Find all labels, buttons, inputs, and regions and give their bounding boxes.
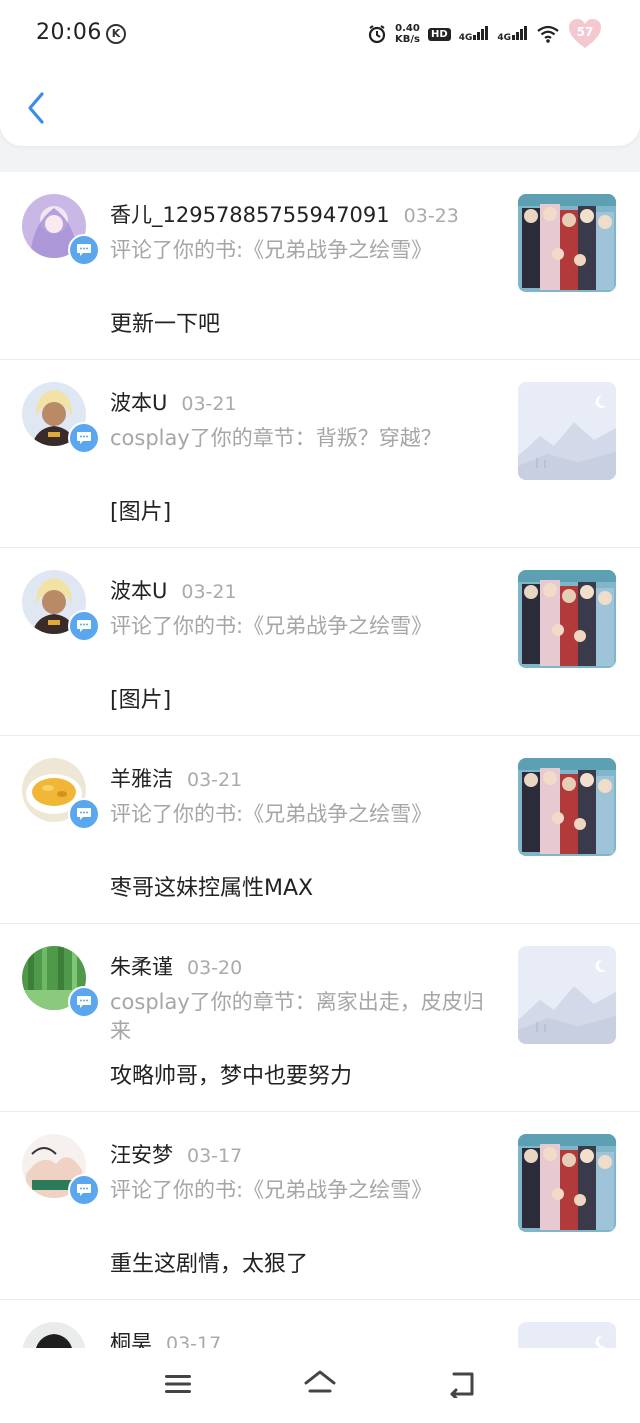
speed-value: 0.40 (395, 23, 420, 34)
name-line: 波本U 03-21 (110, 387, 237, 417)
speed-unit: KB/s (395, 34, 421, 45)
date: 03-23 (403, 205, 459, 227)
name-line: 汪安梦 03-17 (110, 1139, 242, 1169)
wifi-icon (536, 24, 560, 44)
comment-content: 更新一下吧 (110, 312, 221, 337)
list-item[interactable]: 波本U 03-21 评论了你的书:《兄弟战争之绘雪》 [图片] (0, 548, 640, 736)
user-name[interactable]: 桐昊 (110, 1331, 152, 1348)
book-cover-thumbnail[interactable] (518, 758, 616, 856)
k-status-icon: K (106, 24, 126, 44)
system-nav-bar (0, 1348, 640, 1423)
menu-button[interactable] (158, 1366, 198, 1402)
comment-content: 枣哥这妹控属性MAX (110, 876, 314, 901)
date: 03-21 (181, 581, 237, 603)
list-item[interactable]: 香儿_12957885755947091 03-23 评论了你的书:《兄弟战争之绘… (0, 172, 640, 360)
name-line: 朱柔谨 03-20 (110, 951, 242, 981)
chevron-left-icon (28, 92, 44, 124)
comment-content: [图片] (110, 688, 172, 713)
list-item[interactable]: 汪安梦 03-17 评论了你的书:《兄弟战争之绘雪》 重生这剧情，太狠了 (0, 1112, 640, 1300)
signal-4g-icon-2: 4G (497, 25, 528, 43)
avatar[interactable] (22, 1322, 86, 1348)
status-time: 20:06 (36, 20, 102, 45)
name-line: 桐昊 03-17 (110, 1327, 221, 1348)
menu-icon (165, 1375, 191, 1393)
name-line: 羊雅洁 03-21 (110, 763, 242, 793)
comment-badge-icon (68, 234, 100, 266)
notification-list: 香儿_12957885755947091 03-23 评论了你的书:《兄弟战争之绘… (0, 172, 640, 1348)
signal-4g-icon-1: 4G (459, 25, 490, 43)
action-text: cosplay了你的章节：背叛？穿越？ (110, 426, 442, 450)
comment-badge-icon (68, 422, 100, 454)
name-line: 波本U 03-21 (110, 575, 237, 605)
action-text: cosplay了你的章节：离家出走，皮皮归来 (110, 990, 484, 1043)
action-text: 评论了你的书:《兄弟战争之绘雪》 (110, 1178, 433, 1202)
user-name[interactable]: 朱柔谨 (110, 955, 173, 979)
back-nav-button[interactable] (442, 1366, 482, 1402)
home-icon (304, 1370, 336, 1393)
user-name[interactable]: 波本U (110, 579, 167, 603)
list-item[interactable]: 桐昊 03-17 (0, 1300, 640, 1348)
date: 03-21 (187, 769, 243, 791)
book-cover-thumbnail[interactable] (518, 1134, 616, 1232)
top-header (0, 66, 640, 146)
battery-level: 57 (576, 25, 594, 39)
comment-content: 攻略帅哥，梦中也要努力 (110, 1064, 353, 1089)
back-icon (450, 1372, 474, 1398)
comment-badge-icon (68, 610, 100, 642)
date: 03-21 (181, 393, 237, 415)
placeholder-thumbnail[interactable] (518, 1322, 616, 1348)
action-text: 评论了你的书:《兄弟战争之绘雪》 (110, 238, 433, 262)
hd-icon: HD (428, 27, 451, 41)
comment-content: 重生这剧情，太狠了 (110, 1252, 309, 1277)
book-cover-thumbnail[interactable] (518, 194, 616, 292)
network-speed: 0.40 KB/s (395, 23, 420, 45)
date: 03-20 (187, 957, 243, 979)
list-item[interactable]: 朱柔谨 03-20 cosplay了你的章节：离家出走，皮皮归来 攻略帅哥，梦中也… (0, 924, 640, 1112)
list-item[interactable]: 波本U 03-21 cosplay了你的章节：背叛？穿越？ [图片] (0, 360, 640, 548)
date: 03-17 (166, 1333, 222, 1348)
user-name[interactable]: 汪安梦 (110, 1143, 173, 1167)
placeholder-thumbnail[interactable] (518, 946, 616, 1044)
back-button[interactable] (18, 88, 54, 128)
comment-badge-icon (68, 798, 100, 830)
placeholder-thumbnail[interactable] (518, 382, 616, 480)
date: 03-17 (187, 1145, 243, 1167)
alarm-icon (367, 24, 387, 44)
status-bar: 20:06 K 0.40 KB/s HD 4G 4G 57 (0, 0, 640, 66)
book-cover-thumbnail[interactable] (518, 570, 616, 668)
user-name[interactable]: 羊雅洁 (110, 767, 173, 791)
user-name[interactable]: 波本U (110, 391, 167, 415)
list-item[interactable]: 羊雅洁 03-21 评论了你的书:《兄弟战争之绘雪》 枣哥这妹控属性MAX (0, 736, 640, 924)
battery-icon: 57 (568, 18, 602, 50)
home-button[interactable] (300, 1366, 340, 1402)
action-text: 评论了你的书:《兄弟战争之绘雪》 (110, 614, 433, 638)
comment-badge-icon (68, 1174, 100, 1206)
action-text: 评论了你的书:《兄弟战争之绘雪》 (110, 802, 433, 826)
user-name[interactable]: 香儿_12957885755947091 (110, 203, 390, 227)
comment-badge-icon (68, 986, 100, 1018)
comment-content: [图片] (110, 500, 172, 525)
name-line: 香儿_12957885755947091 03-23 (110, 199, 459, 229)
